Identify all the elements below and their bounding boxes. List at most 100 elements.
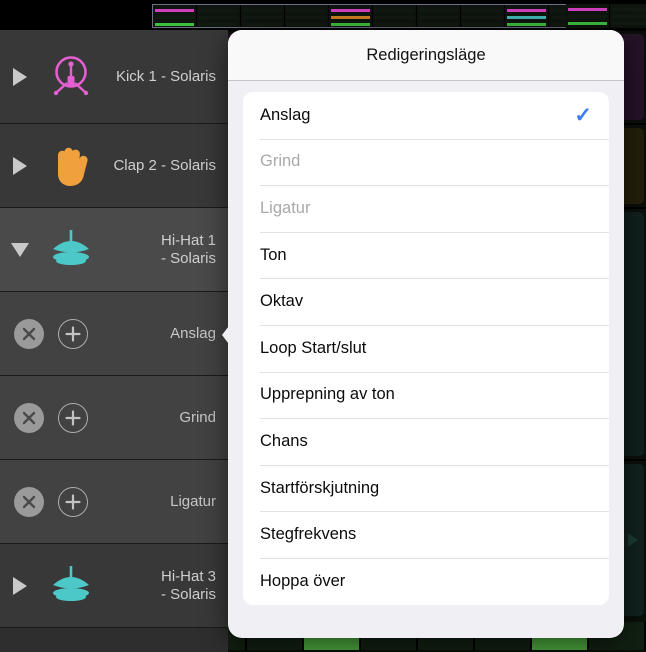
- popover-body: Anslag ✓ Grind Ligatur Ton Oktav Loop Start/sl…: [228, 81, 624, 605]
- track-name-label: Grind: [179, 408, 216, 426]
- track-list[interactable]: Kick 1 - Solaris Clap 2 - Solaris Hi-Hat 1…: [0, 30, 228, 652]
- track-subrow[interactable]: Grind: [0, 376, 228, 460]
- edit-mode-item[interactable]: Anslag ✓: [243, 92, 609, 139]
- overview-note-bar: [507, 23, 546, 26]
- overview-note-bar: [612, 22, 646, 25]
- track-subrow[interactable]: Anslag: [0, 292, 228, 376]
- track-name-label: Anslag: [170, 324, 216, 342]
- overview-note-bar: [612, 15, 646, 18]
- edit-mode-item-label: Stegfrekvens: [260, 525, 357, 544]
- overview-note-bar: [375, 23, 414, 26]
- edit-mode-item-label: Startförskjutning: [260, 478, 380, 497]
- plus-icon[interactable]: [58, 402, 88, 433]
- edit-mode-item: Ligatur: [243, 185, 609, 232]
- overview-note-bar: [419, 9, 458, 12]
- overview-note-bar: [199, 16, 238, 19]
- overview-cell: [373, 5, 417, 27]
- overview-cell: [417, 5, 461, 27]
- overview-note-bar: [331, 23, 370, 26]
- hi-hat-icon: [40, 227, 102, 273]
- overview-note-bar: [419, 16, 458, 19]
- edit-mode-item[interactable]: Oktav: [243, 278, 609, 325]
- kick-drum-icon: [40, 50, 102, 104]
- track-row[interactable]: Clap 2 - Solaris: [0, 124, 228, 208]
- track-name-label: Clap 2 - Solaris: [113, 156, 216, 174]
- overview-cell: [461, 5, 505, 27]
- edit-mode-item-label: Ligatur: [260, 198, 311, 217]
- edit-mode-item: Grind: [243, 138, 609, 186]
- overview-note-bar: [419, 23, 458, 26]
- subrow-buttons: [0, 486, 88, 517]
- overview-cell: [285, 5, 329, 27]
- plus-icon[interactable]: [58, 318, 88, 349]
- edit-mode-item[interactable]: Upprepning av ton: [243, 371, 609, 419]
- track-subrow[interactable]: Ligatur: [0, 460, 228, 544]
- overview-note-bar: [199, 23, 238, 26]
- overview-note-bar: [199, 9, 238, 12]
- collapse-triangle-icon[interactable]: [0, 242, 40, 257]
- edit-mode-item[interactable]: Ton: [243, 231, 609, 279]
- lane-play-icon[interactable]: [628, 533, 638, 547]
- edit-mode-item[interactable]: Startförskjutning: [243, 464, 609, 512]
- track-row[interactable]: Hi-Hat 1- Solaris: [0, 208, 228, 292]
- overview-note-bar: [375, 16, 414, 19]
- popover-pointer: [222, 318, 235, 352]
- overview-cell: [610, 4, 646, 28]
- overview-note-bar: [331, 9, 370, 12]
- overview-note-bar: [155, 23, 194, 26]
- remove-icon[interactable]: [14, 486, 44, 517]
- overview-clip-trailing[interactable]: [566, 4, 646, 28]
- subrow-buttons: [0, 402, 88, 433]
- clap-hand-icon: [40, 141, 102, 191]
- overview-note-bar: [155, 16, 194, 19]
- overview-note-bar: [612, 8, 646, 11]
- overview-note-bar: [463, 23, 502, 26]
- overview-cell: [197, 5, 241, 27]
- overview-note-bar: [287, 23, 326, 26]
- overview-note-bar: [568, 15, 607, 18]
- remove-icon[interactable]: [14, 318, 44, 349]
- edit-mode-popover[interactable]: Redigeringsläge Anslag ✓ Grind Ligatur Ton Ok…: [228, 30, 624, 638]
- edit-mode-item-label: Grind: [260, 152, 301, 171]
- popover-header: Redigeringsläge: [228, 30, 624, 81]
- popover-title: Redigeringsläge: [366, 45, 486, 64]
- overview-cell: [241, 5, 285, 27]
- edit-mode-item-label: Anslag: [260, 105, 311, 124]
- overview-note-bar: [463, 16, 502, 19]
- edit-mode-list[interactable]: Anslag ✓ Grind Ligatur Ton Oktav Loop Start/sl…: [243, 92, 609, 605]
- track-name-label: Kick 1 - Solaris: [115, 67, 216, 85]
- edit-mode-item-label: Chans: [260, 431, 308, 450]
- track-row[interactable]: Hi-Hat 3- Solaris: [0, 544, 228, 628]
- track-name-label: Hi-Hat 3- Solaris: [160, 567, 216, 603]
- remove-icon[interactable]: [14, 402, 44, 433]
- overview-cell: [566, 4, 610, 28]
- edit-mode-item-label: Hoppa över: [260, 571, 346, 590]
- overview-note-bar: [507, 9, 546, 12]
- overview-note-bar: [375, 9, 414, 12]
- overview-note-bar: [568, 22, 607, 25]
- edit-mode-item-label: Ton: [260, 245, 287, 264]
- overview-note-bar: [331, 16, 370, 19]
- overview-cell: [153, 5, 197, 27]
- edit-mode-item-label: Loop Start/slut: [260, 338, 367, 357]
- edit-mode-item-label: Upprepning av ton: [260, 385, 395, 404]
- overview-note-bar: [287, 16, 326, 19]
- track-name-label: Ligatur: [170, 492, 216, 510]
- overview-note-bar: [243, 16, 282, 19]
- expand-triangle-icon[interactable]: [0, 67, 40, 86]
- track-row[interactable]: Kick 1 - Solaris: [0, 30, 228, 124]
- edit-mode-item[interactable]: Loop Start/slut: [243, 324, 609, 372]
- hi-hat-icon: [40, 563, 102, 609]
- expand-triangle-icon[interactable]: [0, 156, 40, 175]
- overview-note-bar: [568, 8, 607, 11]
- plus-icon[interactable]: [58, 486, 88, 517]
- edit-mode-item[interactable]: Hoppa över: [243, 557, 609, 605]
- overview-cell: [329, 5, 373, 27]
- checkmark-icon: ✓: [574, 103, 592, 127]
- edit-mode-item[interactable]: Stegfrekvens: [243, 511, 609, 558]
- expand-triangle-icon[interactable]: [0, 576, 40, 595]
- overview-note-bar: [287, 9, 326, 12]
- timeline-overview[interactable]: [0, 0, 646, 30]
- edit-mode-item[interactable]: Chans: [243, 418, 609, 465]
- app-root: Kick 1 - Solaris Clap 2 - Solaris Hi-Hat 1…: [0, 0, 646, 652]
